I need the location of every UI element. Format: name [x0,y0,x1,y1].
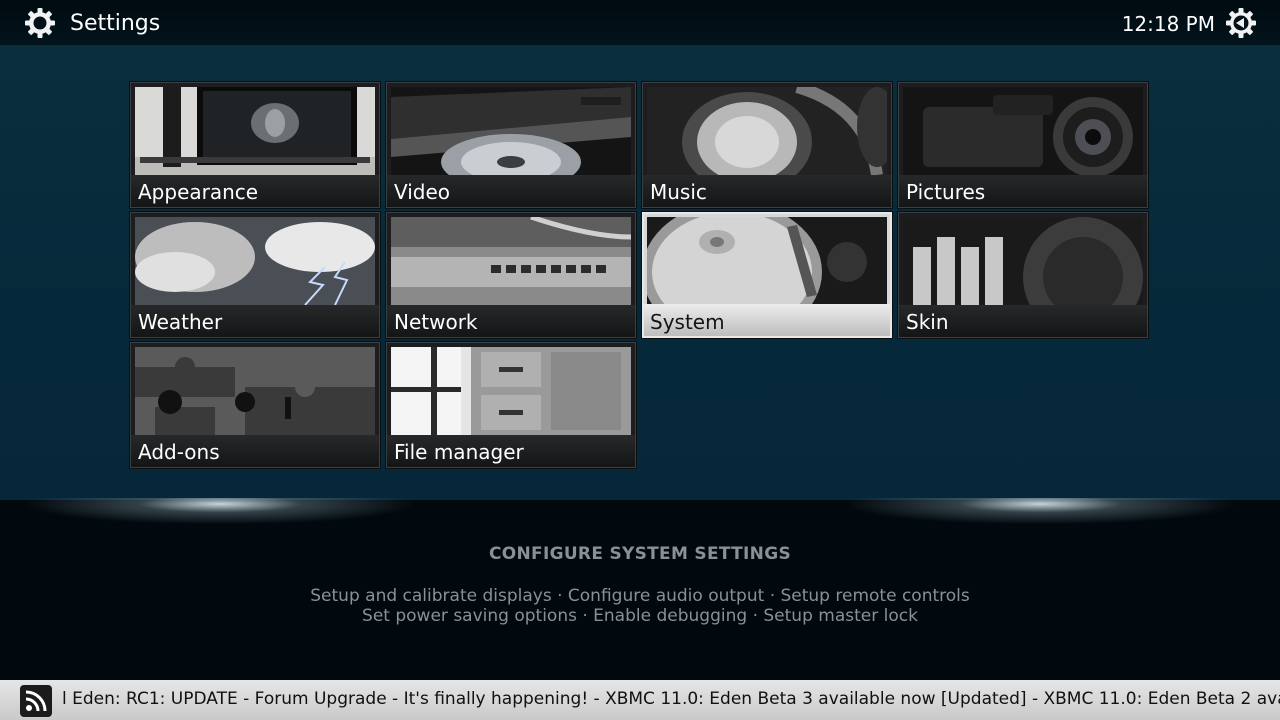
tile-network[interactable]: Network [386,212,636,338]
add-ons-thumbnail [135,347,375,435]
gear-icon [25,8,55,38]
video-thumbnail [391,87,631,175]
tile-weather[interactable]: Weather [130,212,380,338]
pictures-thumbnail [903,87,1143,175]
top-bar: Settings 12:18 PM [0,0,1280,46]
tile-label: Network [394,310,478,334]
back-icon[interactable] [1225,7,1257,39]
tile-label: Video [394,180,451,204]
tile-add-ons[interactable]: Add-ons [130,342,380,468]
glow-right [810,498,1270,528]
description-line-1: Setup and calibrate displays · Configure… [310,586,970,606]
network-thumbnail [391,217,631,305]
tile-label: Appearance [138,180,259,204]
weather-thumbnail [135,217,375,305]
tile-music[interactable]: Music [642,82,892,208]
tile-label: Music [650,180,707,204]
page-title: Settings [70,11,161,36]
description-line-2: Set power saving options · Enable debugg… [362,606,918,626]
glow-left [0,498,450,528]
tile-label: System [650,310,725,334]
tile-label: Skin [906,310,949,334]
skin-thumbnail [903,217,1143,305]
tile-label: File manager [394,440,524,464]
rss-headlines[interactable]: l Eden: RC1: UPDATE - Forum Upgrade - It… [62,689,1280,709]
tile-video[interactable]: Video [386,82,636,208]
music-thumbnail [647,87,887,175]
tile-skin[interactable]: Skin [898,212,1148,338]
settings-screen: Settings 12:18 PM Appearance Video Music… [0,0,1280,720]
tile-label: Pictures [906,180,986,204]
description-title: CONFIGURE SYSTEM SETTINGS [488,544,791,564]
tile-label: Add-ons [138,440,220,464]
tile-appearance[interactable]: Appearance [130,82,380,208]
appearance-thumbnail [135,87,375,175]
tile-system[interactable]: System [642,212,892,338]
rss-icon[interactable] [20,685,52,717]
clock: 12:18 PM [1121,12,1215,36]
tile-file-manager[interactable]: File manager [386,342,636,468]
file-manager-thumbnail [391,347,631,435]
tile-label: Weather [138,310,223,334]
rss-ticker: l Eden: RC1: UPDATE - Forum Upgrade - It… [0,680,1280,720]
system-thumbnail [647,217,887,305]
tile-pictures[interactable]: Pictures [898,82,1148,208]
